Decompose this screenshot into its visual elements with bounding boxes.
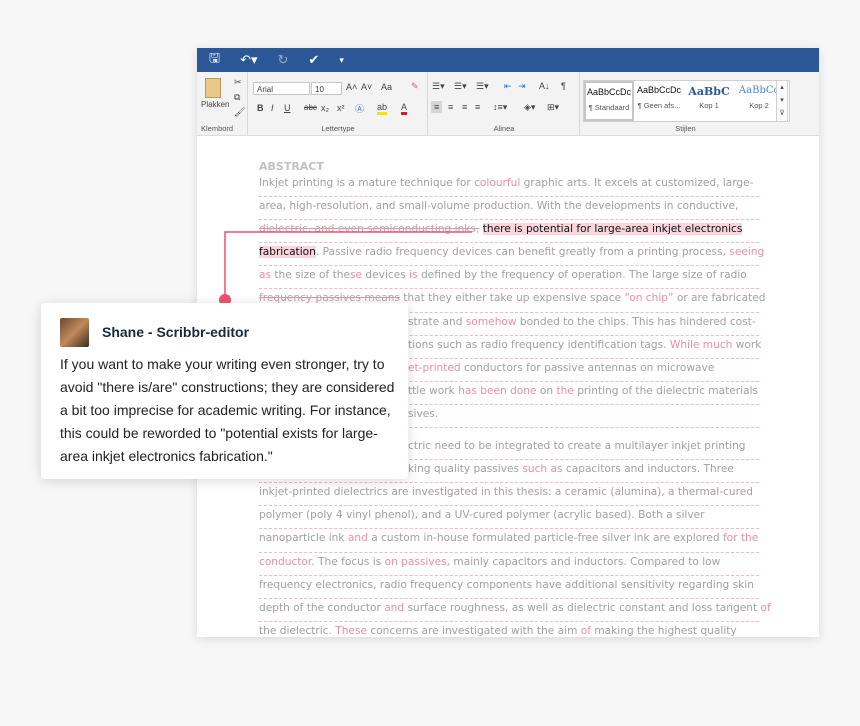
comment-card[interactable]: Shane - Scribbr-editor If you want to ma… [41,303,408,479]
avatar [60,318,89,347]
connector-line [224,231,472,300]
comment-author: Shane - Scribbr-editor [102,324,250,340]
comment-text: If you want to make your writing even st… [60,356,395,464]
